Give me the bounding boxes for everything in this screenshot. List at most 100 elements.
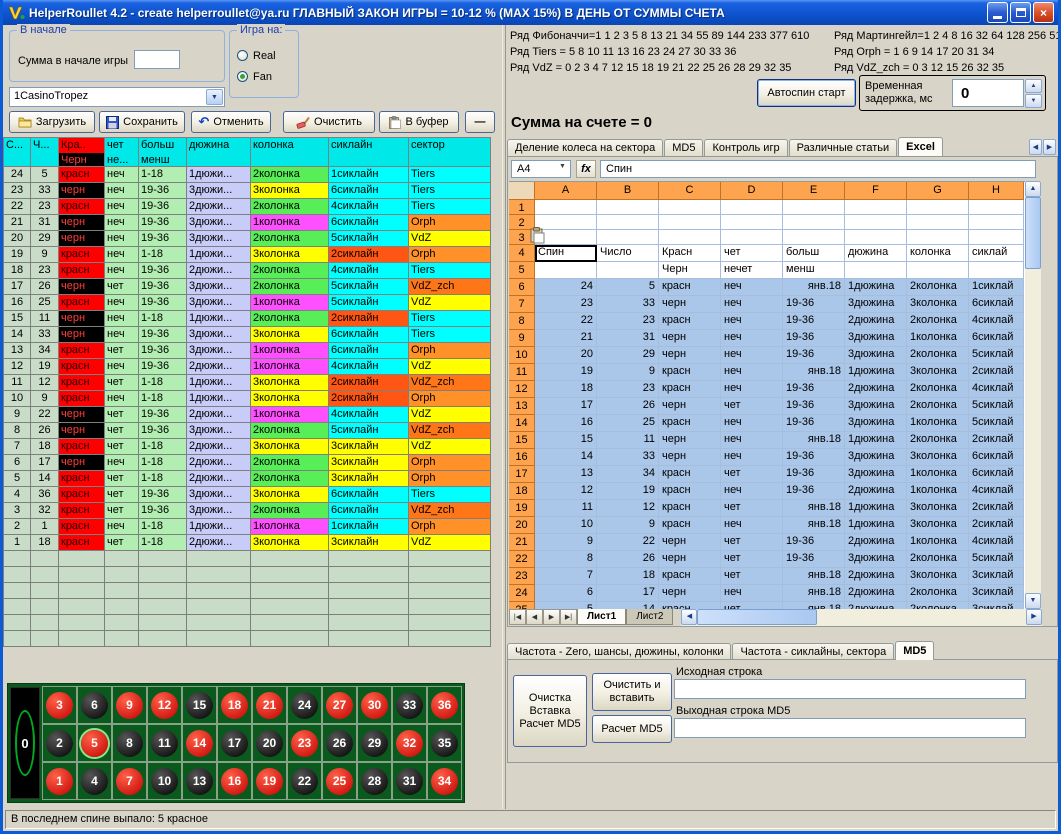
board-tile[interactable]: 20	[252, 724, 287, 762]
name-box-dropdown-icon[interactable]: ▼	[556, 163, 569, 170]
excel-cell[interactable]: 2дюжина	[845, 313, 907, 330]
excel-cell[interactable]: 3дюжина	[845, 449, 907, 466]
undo-button[interactable]: ↶ Отменить	[191, 111, 271, 133]
excel-cell[interactable]: 31	[597, 330, 659, 347]
excel-cell[interactable]: чет	[721, 398, 783, 415]
md5-output-field[interactable]	[674, 718, 1026, 738]
excel-cell[interactable]: черн	[659, 432, 721, 449]
excel-cell[interactable]: 22	[535, 313, 597, 330]
maximize-button[interactable]	[1010, 2, 1031, 23]
excel-cell[interactable]: 8	[535, 551, 597, 568]
combo-dropdown-icon[interactable]: ▼	[206, 89, 223, 105]
excel-cell[interactable]: 33	[597, 449, 659, 466]
board-tile[interactable]: 22	[287, 762, 322, 800]
excel-cell[interactable]: 3колонка	[907, 364, 969, 381]
tabs-scroll-left-button[interactable]: ◀	[1029, 139, 1042, 155]
excel-cell[interactable]: 26	[597, 398, 659, 415]
excel-column-header[interactable]: D	[721, 182, 783, 200]
excel-cell[interactable]: 3колонка	[907, 449, 969, 466]
excel-cell[interactable]	[783, 200, 845, 215]
excel-row-header[interactable]: 8	[509, 313, 535, 330]
excel-cell[interactable]: 2колонка	[907, 398, 969, 415]
excel-cell[interactable]: чет	[721, 534, 783, 551]
excel-cell[interactable]: неч	[721, 296, 783, 313]
excel-cell[interactable]: черн	[659, 449, 721, 466]
excel-cell[interactable]	[659, 215, 721, 230]
excel-cell[interactable]: 3дюжина	[845, 415, 907, 432]
excel-row-header[interactable]: 18	[509, 483, 535, 500]
excel-cell[interactable]: 9	[535, 534, 597, 551]
excel-cell[interactable]	[969, 262, 1024, 279]
excel-cell[interactable]: чет	[721, 500, 783, 517]
excel-cell[interactable]: 21	[535, 330, 597, 347]
board-tile[interactable]: 32	[392, 724, 427, 762]
excel-row-header[interactable]: 25	[509, 602, 535, 609]
excel-cell[interactable]: красн	[659, 517, 721, 534]
board-tile[interactable]: 34	[427, 762, 462, 800]
title-bar[interactable]: HelperRoullet 4.2 - create helperroullet…	[3, 0, 1058, 25]
board-tile[interactable]: 30	[357, 686, 392, 724]
board-tile[interactable]: 31	[392, 762, 427, 800]
excel-cell[interactable]: Число	[597, 245, 659, 262]
excel-cell[interactable]: янв.18	[783, 279, 845, 296]
excel-cell[interactable]	[659, 230, 721, 245]
excel-cell[interactable]: черн	[659, 398, 721, 415]
excel-cell[interactable]: 3дюжина	[845, 551, 907, 568]
excel-cell[interactable]: 2дюжина	[845, 534, 907, 551]
excel-cell[interactable]: неч	[721, 279, 783, 296]
excel-cell[interactable]: 6сиклай	[969, 449, 1024, 466]
excel-cell[interactable]: 24	[535, 279, 597, 296]
tab-md5[interactable]: MD5	[895, 641, 934, 660]
excel-cell[interactable]: красн	[659, 500, 721, 517]
tab-частота-сиклайны-сектора[interactable]: Частота - сиклайны, сектора	[732, 643, 894, 660]
excel-cell[interactable]: 3дюжина	[845, 296, 907, 313]
excel-cell[interactable]: 22	[597, 534, 659, 551]
excel-cell[interactable]	[845, 215, 907, 230]
excel-cell[interactable]: 23	[597, 381, 659, 398]
excel-cell[interactable]: дюжина	[845, 245, 907, 262]
md5-clear-and-paste-button[interactable]: Очистить и вставить	[592, 673, 672, 711]
excel-cell[interactable]: 34	[597, 466, 659, 483]
excel-cell[interactable]: 2колонка	[907, 279, 969, 296]
scroll-right-button[interactable]: ▶	[1026, 609, 1042, 625]
casino-select[interactable]: 1CasinoTropez ▼	[9, 87, 225, 107]
save-button[interactable]: Сохранить	[99, 111, 185, 133]
excel-cell[interactable]: 19	[597, 483, 659, 500]
tab-частота-zero-шансы-дюжины-колонки[interactable]: Частота - Zero, шансы, дюжины, колонки	[507, 643, 731, 660]
radio-option-real[interactable]: Real	[237, 45, 276, 66]
excel-row-header[interactable]: 6	[509, 279, 535, 296]
sheet-nav-button[interactable]: ▶|	[560, 609, 577, 625]
excel-cell[interactable]: 1колонка	[907, 534, 969, 551]
excel-cell[interactable]: 3колонка	[907, 296, 969, 313]
md5-clear-paste-calc-button[interactable]: Очистка Вставка Расчет MD5	[513, 675, 587, 747]
excel-cell[interactable]	[969, 215, 1024, 230]
excel-cell[interactable]: 20	[535, 347, 597, 364]
excel-cell[interactable]: менш	[783, 262, 845, 279]
board-tile[interactable]: 13	[182, 762, 217, 800]
excel-cell[interactable]	[907, 215, 969, 230]
board-tile[interactable]: 21	[252, 686, 287, 724]
excel-cell[interactable]: 23	[597, 313, 659, 330]
clear-button[interactable]: Очистить	[283, 111, 375, 133]
excel-cell[interactable]: 3колонка	[907, 517, 969, 534]
excel-cell[interactable]: 7	[535, 568, 597, 585]
close-button[interactable]: ×	[1033, 2, 1054, 23]
excel-cell[interactable]: 6сиклай	[969, 330, 1024, 347]
tab-деление-колеса-на-сектора[interactable]: Деление колеса на сектора	[507, 139, 663, 156]
excel-cell[interactable]: неч	[721, 432, 783, 449]
excel-row-header[interactable]: 23	[509, 568, 535, 585]
excel-cell[interactable]: 19-36	[783, 534, 845, 551]
start-sum-input[interactable]	[134, 50, 180, 69]
excel-cell[interactable]	[845, 262, 907, 279]
excel-cell[interactable]: 2сиклай	[969, 500, 1024, 517]
excel-cell[interactable]: янв.18	[783, 432, 845, 449]
board-tile[interactable]: 26	[322, 724, 357, 762]
board-tile[interactable]: 3	[42, 686, 77, 724]
excel-cell[interactable]: 25	[597, 415, 659, 432]
excel-cell[interactable]: неч	[721, 449, 783, 466]
excel-cell[interactable]: 33	[597, 296, 659, 313]
excel-row-header[interactable]: 12	[509, 381, 535, 398]
excel-cell[interactable]: Красн	[659, 245, 721, 262]
excel-cell[interactable]: черн	[659, 347, 721, 364]
excel-cell[interactable]: 19-36	[783, 483, 845, 500]
